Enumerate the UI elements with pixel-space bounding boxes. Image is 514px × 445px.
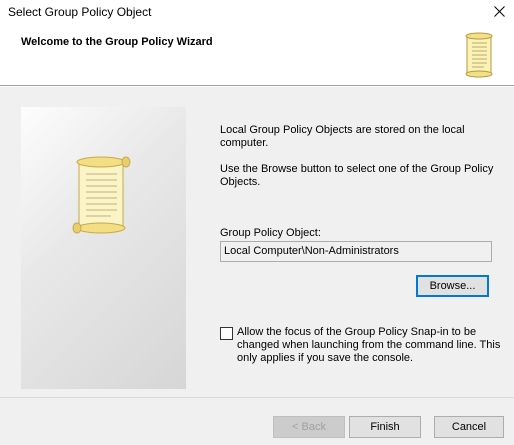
- intro-text: Local Group Policy Objects are stored on…: [220, 124, 465, 149]
- browse-instructions: Use the Browse button to select one of t…: [220, 163, 494, 188]
- browse-button[interactable]: Browse...: [416, 275, 489, 297]
- back-button[interactable]: < Back: [273, 416, 345, 438]
- scroll-icon: [72, 156, 131, 234]
- title-bar: Select Group Policy Object: [0, 0, 514, 24]
- gpo-label: Group Policy Object:: [220, 227, 321, 239]
- browse-label: Browse...: [429, 280, 476, 292]
- cancel-label: Cancel: [451, 421, 487, 433]
- gpo-field[interactable]: Local Computer\Non-Administrators: [220, 241, 492, 262]
- close-icon: [493, 5, 505, 17]
- allow-focus-checkbox[interactable]: [220, 327, 233, 340]
- back-label: < Back: [292, 421, 326, 433]
- window-title: Select Group Policy Object: [8, 5, 152, 19]
- close-button[interactable]: [488, 0, 510, 22]
- finish-label: Finish: [370, 421, 400, 433]
- finish-button[interactable]: Finish: [349, 416, 421, 438]
- scroll-icon: [465, 32, 493, 78]
- allow-focus-label[interactable]: Allow the focus of the Group Policy Snap…: [237, 326, 502, 365]
- wizard-body: Local Group Policy Objects are stored on…: [0, 87, 514, 397]
- wizard-footer: < Back Finish Cancel: [0, 398, 514, 445]
- wizard-header: Welcome to the Group Policy Wizard: [0, 24, 514, 86]
- side-panel: [21, 107, 186, 389]
- wizard-heading: Welcome to the Group Policy Wizard: [21, 36, 213, 48]
- cancel-button[interactable]: Cancel: [434, 416, 504, 438]
